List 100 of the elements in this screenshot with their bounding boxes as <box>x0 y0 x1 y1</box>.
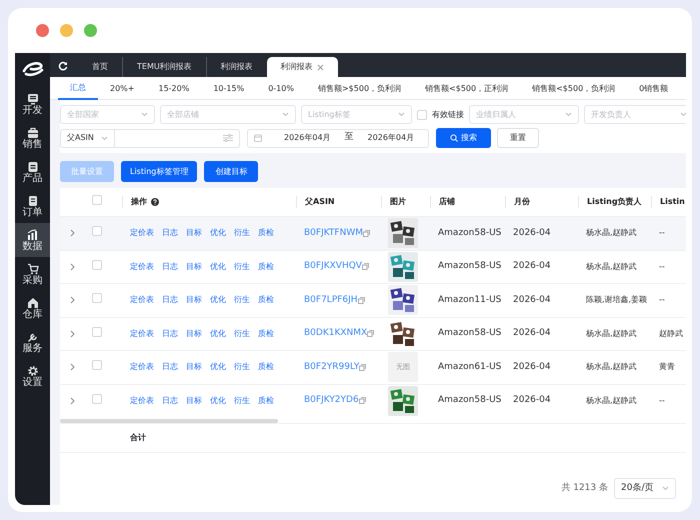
action-link[interactable]: 目标 <box>186 295 202 304</box>
action-link[interactable]: 定价表 <box>130 328 154 338</box>
table-cell: -- <box>659 228 665 238</box>
action-link[interactable]: 目标 <box>186 228 202 238</box>
action-link[interactable]: 优化 <box>210 396 226 405</box>
action-link[interactable]: 衍生 <box>234 396 250 405</box>
action-link[interactable]: 质检 <box>258 228 274 238</box>
table-cell: -- <box>659 262 665 271</box>
filter-tab[interactable]: 20%+ <box>98 77 146 100</box>
action-link[interactable]: 日志 <box>162 362 178 372</box>
table-cell: 杨水晶,赵静武 <box>586 262 637 271</box>
filter-tab[interactable]: 10-15% <box>201 77 256 100</box>
action-link[interactable]: 目标 <box>186 262 202 271</box>
action-link[interactable]: 质检 <box>258 262 274 271</box>
filter-tab[interactable]: 0销售额 <box>627 77 680 100</box>
table-cell: Amazon58-US <box>438 228 502 238</box>
column-header: 店铺 <box>439 196 455 208</box>
action-link[interactable]: 质检 <box>258 396 274 405</box>
sidebar-item[interactable]: 设置 <box>15 359 50 393</box>
action-link[interactable]: 定价表 <box>130 228 154 238</box>
table-cell: Amazon58-US <box>438 261 502 271</box>
asin-link[interactable]: B0DK1KXNMX <box>304 327 368 340</box>
sidebar-item[interactable]: 订单 <box>15 189 50 223</box>
table-cell: 2026-04 <box>513 261 551 271</box>
action-link[interactable]: 目标 <box>186 396 202 405</box>
date-range-field[interactable]: 2026年04月 至 2026年04月 <box>247 128 429 148</box>
action-link[interactable]: 质检 <box>258 362 274 372</box>
action-link[interactable]: 衍生 <box>234 228 250 238</box>
action-link[interactable]: 衍生 <box>234 328 250 338</box>
table-cell: 2026-04 <box>513 228 551 238</box>
action-link[interactable]: 质检 <box>258 328 274 338</box>
sidebar-item[interactable]: 销售 <box>15 121 50 155</box>
filter-tab[interactable]: 0-10% <box>256 77 306 100</box>
sidebar-item[interactable]: 采购 <box>15 257 50 291</box>
reset-button[interactable]: 重置 <box>497 128 539 148</box>
sidebar-item[interactable]: 开发 <box>15 87 50 121</box>
search-button[interactable]: 搜索 <box>436 128 491 148</box>
action-link[interactable]: 定价表 <box>130 295 154 304</box>
table-cell: Amazon11-US <box>438 294 502 304</box>
action-link[interactable]: 优化 <box>210 262 226 271</box>
table-cell: 杨水晶,赵静武 <box>586 396 637 405</box>
filter-tab[interactable]: 销售额<$500，正利润 <box>413 77 520 100</box>
table-cell: 2026-04 <box>513 395 551 405</box>
total-count: 共 1213 条 <box>561 482 608 495</box>
column-header: 父ASIN <box>305 196 335 208</box>
action-link[interactable]: 日志 <box>162 328 178 338</box>
action-link[interactable]: 日志 <box>162 262 178 271</box>
table-cell: 2026-04 <box>513 362 551 372</box>
column-header: 月份 <box>514 196 530 208</box>
action-link[interactable]: 定价表 <box>130 262 154 271</box>
table-cell: 黄青 <box>659 362 675 372</box>
filter-tab[interactable]: 销售额<$500，负利润 <box>520 77 628 100</box>
filter-tab[interactable]: 销售额>$500，负利润 <box>306 77 414 100</box>
toolbar-button[interactable]: Listing标签管理 <box>121 161 198 182</box>
table-cell: 2026-04 <box>513 328 551 338</box>
asin-link[interactable]: B0FJKY2YD6 <box>304 394 359 408</box>
asin-link[interactable]: B0FJKTFNWM <box>304 226 364 240</box>
select-field[interactable]: 父ASIN <box>60 128 115 148</box>
table-cell: Amazon58-US <box>438 395 502 405</box>
page-tab[interactable]: 利润报表 <box>266 57 338 77</box>
action-link[interactable]: 质检 <box>258 295 274 304</box>
table-cell: 陈颖,谢培鑫,姜颖 <box>586 295 648 304</box>
action-link[interactable]: 日志 <box>162 295 178 304</box>
action-link[interactable]: 衍生 <box>234 262 250 271</box>
action-link[interactable]: 优化 <box>210 362 226 372</box>
action-link[interactable]: 衍生 <box>234 362 250 372</box>
page-tab[interactable]: 首页 <box>78 57 122 77</box>
column-header: 操作 <box>131 196 147 208</box>
checkbox-label: 有效链接 <box>432 108 464 120</box>
table-cell: 杨水晶,赵静武 <box>586 328 637 338</box>
column-header: 图片 <box>390 196 406 208</box>
asin-link[interactable]: B0FJKXVHQV <box>304 260 362 274</box>
sidebar-item[interactable]: 服务 <box>15 325 50 359</box>
table-cell: -- <box>659 396 665 405</box>
action-link[interactable]: 定价表 <box>130 396 154 405</box>
table-cell: 杨水晶,赵静武 <box>586 228 637 238</box>
table-cell: Amazon61-US <box>438 362 502 372</box>
table-cell: -- <box>659 295 665 304</box>
filter-tab[interactable]: 15-20% <box>146 77 202 100</box>
table-cell: 赵静武 <box>659 328 683 338</box>
total-label: 合计 <box>130 433 146 442</box>
action-link[interactable]: 日志 <box>162 228 178 238</box>
table-cell: Amazon58-US <box>438 328 502 338</box>
action-link[interactable]: 定价表 <box>130 362 154 372</box>
action-link[interactable]: 日志 <box>162 396 178 405</box>
action-link[interactable]: 优化 <box>210 228 226 238</box>
sidebar-item[interactable]: 数据 <box>15 223 50 257</box>
action-link[interactable]: 目标 <box>186 328 202 338</box>
column-header: Listin <box>660 196 685 208</box>
asin-link[interactable]: B0F7LPF6JH <box>304 294 358 307</box>
table-cell: 杨水晶,赵静武 <box>586 362 637 372</box>
action-link[interactable]: 衍生 <box>234 295 250 304</box>
action-link[interactable]: 目标 <box>186 362 202 372</box>
page-size-select[interactable]: 20条/页 <box>614 478 676 499</box>
action-link[interactable]: 优化 <box>210 295 226 304</box>
asin-link[interactable]: B0F2YR99LY <box>304 360 360 374</box>
sidebar-item[interactable]: 产品 <box>15 155 50 189</box>
sidebar-item[interactable]: 仓库 <box>15 291 50 325</box>
toolbar-button[interactable]: 创建目标 <box>204 161 258 182</box>
action-link[interactable]: 优化 <box>210 328 226 338</box>
